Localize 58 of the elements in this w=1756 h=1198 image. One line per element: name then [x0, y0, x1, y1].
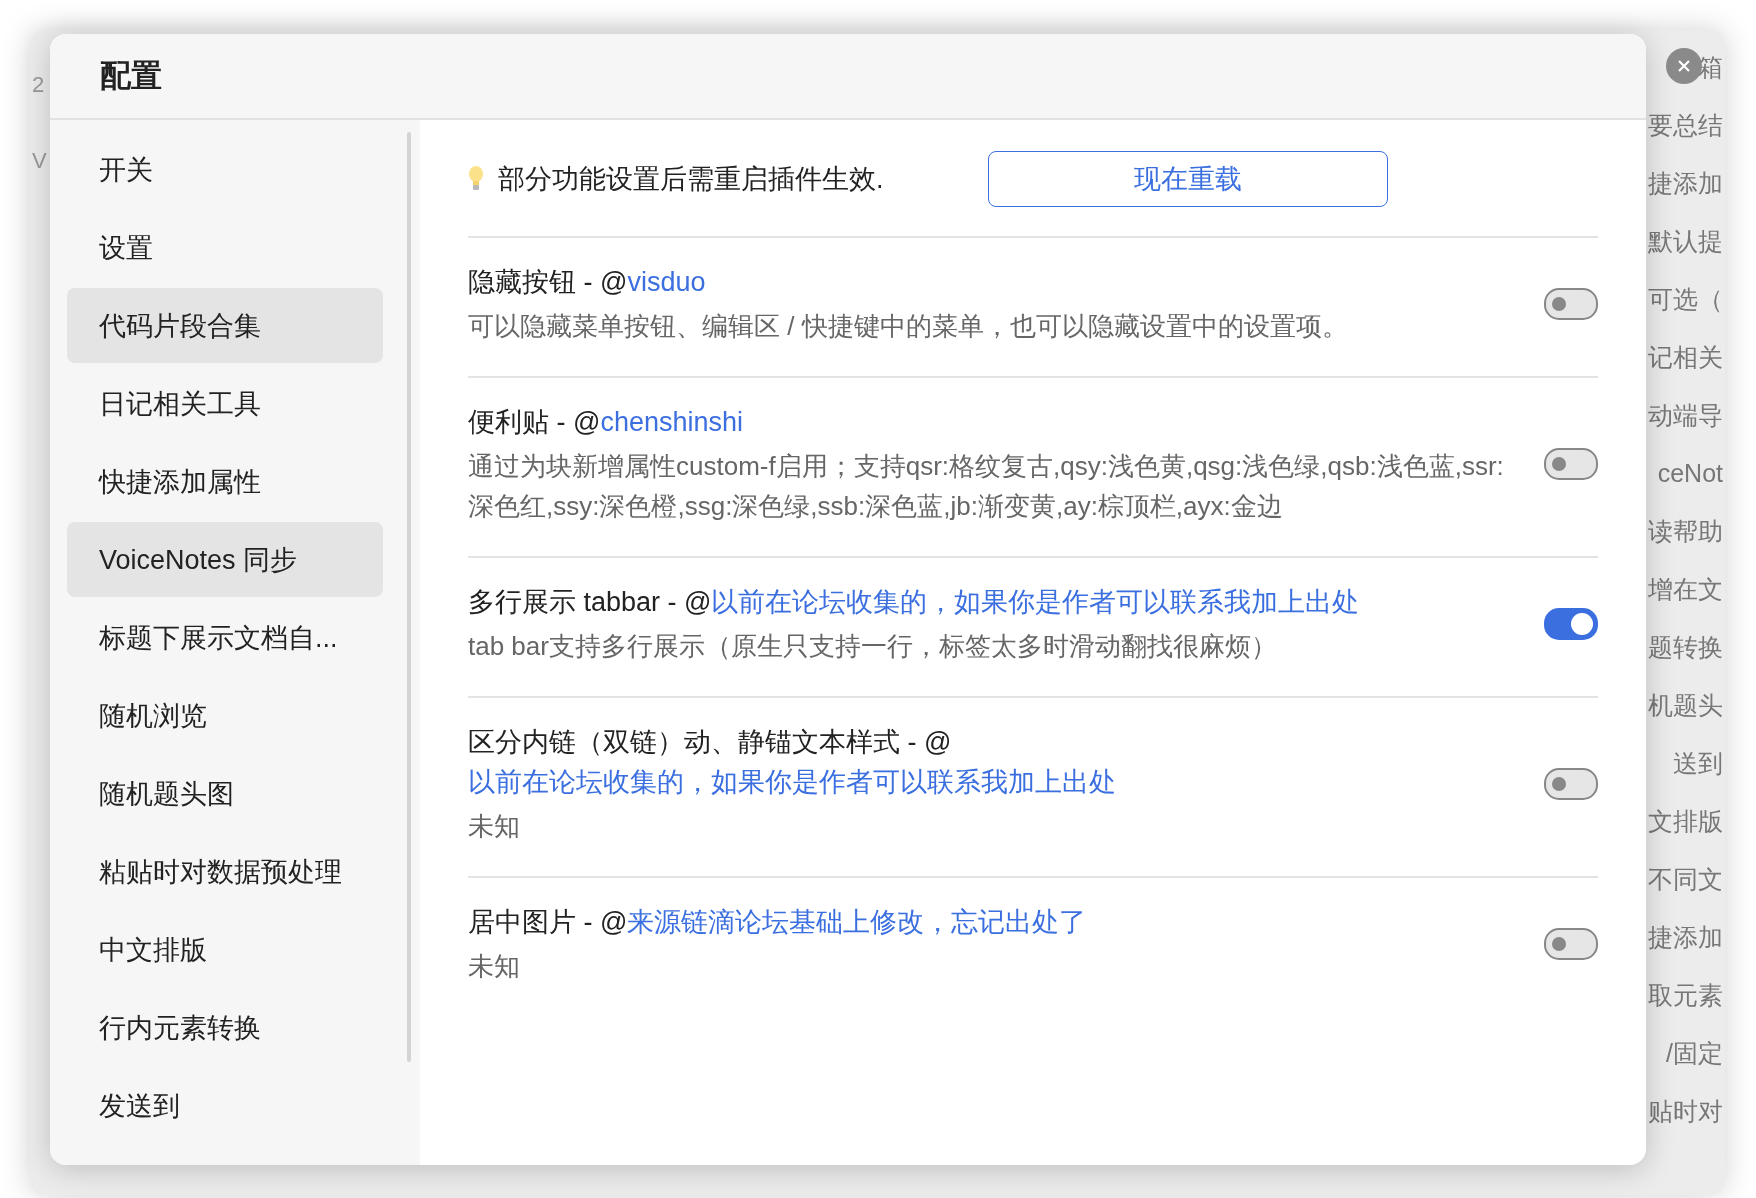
setting-title: 隐藏按钮 - @visduo: [468, 266, 707, 299]
background-text: 记相关: [1648, 342, 1723, 373]
setting-description: tab bar支持多行展示（原生只支持一行，标签太多时滑动翻找很麻烦）: [468, 630, 1278, 663]
toggle-switch[interactable]: [1544, 928, 1598, 960]
toggle-switch[interactable]: [1544, 608, 1598, 640]
background-text: 机题头: [1648, 690, 1723, 721]
sidebar-item[interactable]: 随机题头图: [67, 756, 383, 831]
setting-description: 可以隐藏菜单按钮、编辑区 / 快捷键中的菜单，也可以隐藏设置中的设置项。: [468, 310, 1349, 343]
sidebar-item[interactable]: 发送到: [67, 1068, 383, 1143]
reload-button[interactable]: 现在重载: [988, 151, 1388, 207]
sidebar-item[interactable]: 快捷添加属性: [67, 444, 383, 519]
setting-title: 区分内链（双链）动、静锚文本样式 - @ 以前在论坛收集的，如果你是作者可以联系我加上出处: [468, 726, 1117, 799]
sidebar-item[interactable]: 设置: [67, 210, 383, 285]
sidebar-item[interactable]: 开关: [67, 132, 383, 207]
sidebar-item[interactable]: 中文排版: [67, 912, 383, 987]
background-text: /固定: [1666, 1038, 1723, 1069]
notice-text: 部分功能设置后需重启插件生效.: [498, 163, 885, 196]
sidebar-item[interactable]: 日记相关工具: [67, 366, 383, 441]
background-text: 捷添加: [1648, 168, 1723, 199]
author-link[interactable]: 来源链滴论坛基础上修改，忘记出处了: [627, 907, 1087, 937]
author-link[interactable]: 以前在论坛收集的，如果你是作者可以联系我加上出处: [468, 767, 1116, 797]
setting-description: 未知: [468, 950, 521, 983]
toggle-switch[interactable]: [1544, 288, 1598, 320]
author-link[interactable]: 以前在论坛收集的，如果你是作者可以联系我加上出处: [711, 587, 1360, 617]
setting-title: 便利贴 - @chenshinshi: [468, 406, 744, 439]
background-text: ceNot: [1657, 458, 1723, 489]
background-text: 要总结: [1648, 110, 1723, 141]
toggle-switch[interactable]: [1544, 768, 1598, 800]
background-text: 题转换: [1648, 632, 1723, 663]
background-text: 2: [31, 71, 46, 99]
background-text: 默认提: [1648, 226, 1723, 257]
sidebar-item[interactable]: 随机浏览: [67, 678, 383, 753]
background-text: V: [31, 147, 48, 175]
background-text: 取元素: [1648, 980, 1723, 1011]
author-link[interactable]: chenshinshi: [600, 407, 743, 437]
setting-description: 未知: [468, 810, 521, 843]
setting-title: 多行展示 tabbar - @以前在论坛收集的，如果你是作者可以联系我加上出处: [468, 586, 1361, 619]
background-text: 读帮助: [1648, 516, 1723, 547]
background-text: 贴时对: [1648, 1096, 1723, 1127]
background-text: 动端导: [1648, 400, 1723, 431]
background-text: 文排版: [1648, 806, 1723, 837]
sidebar-item[interactable]: VoiceNotes 同步: [67, 522, 383, 597]
author-link[interactable]: visduo: [627, 267, 706, 297]
setting-title: 居中图片 - @来源链滴论坛基础上修改，忘记出处了: [468, 906, 1088, 939]
toggle-switch[interactable]: [1544, 448, 1598, 480]
background-text: 捷添加: [1648, 922, 1723, 953]
sidebar-item[interactable]: 代码片段合集: [67, 288, 383, 363]
setting-description: 通过为块新增属性custom-f启用；支持qsr:格纹复古,qsy:浅色黄,qsg:浅色绿,qsb:浅色蓝,ssr:深色红,ssy:深色橙,ssg:深色绿,ssb:深色蓝,jb:渐变黄,ay:棕顶栏,ayx:金边: [468, 450, 1505, 523]
lightbulb-icon: [468, 165, 484, 193]
background-text: 送到: [1673, 748, 1723, 779]
sidebar-item[interactable]: 行内元素转换: [67, 990, 383, 1065]
background-text: 可选（: [1648, 284, 1723, 315]
background-text: 不同文: [1648, 864, 1723, 895]
background-text: 增在文: [1648, 574, 1723, 605]
dialog-title: 配置: [100, 57, 162, 95]
scrollbar[interactable]: [407, 132, 411, 1062]
sidebar-item[interactable]: 粘贴时对数据预处理: [67, 834, 383, 909]
sidebar-item[interactable]: 标题下展示文档自...: [67, 600, 383, 675]
